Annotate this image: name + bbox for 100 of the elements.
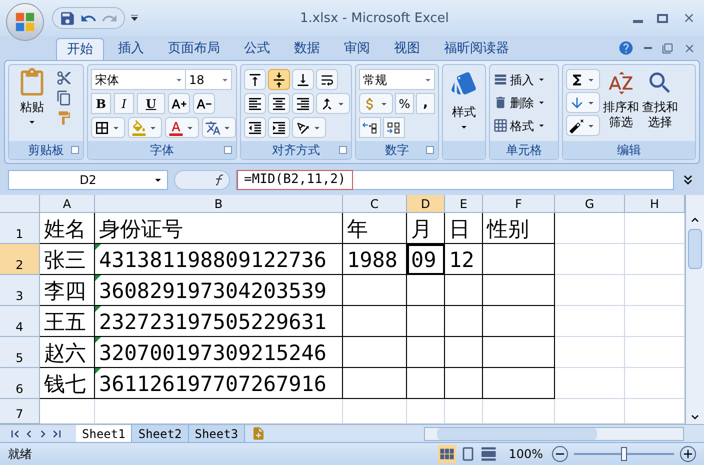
restore-button[interactable] — [662, 42, 673, 54]
column-header[interactable]: C — [343, 195, 407, 213]
number-format-field[interactable]: 常规 — [359, 69, 435, 90]
eraser-icon — [569, 118, 585, 134]
increase-decimal-button[interactable] — [359, 117, 381, 138]
scroll-thumb[interactable] — [437, 428, 597, 440]
normal-view-button[interactable] — [438, 445, 456, 463]
row-header[interactable]: 2 — [0, 244, 40, 275]
column-header[interactable]: H — [625, 195, 685, 213]
table-cell: 320700197309215246 — [95, 337, 343, 368]
find-select-button[interactable]: 查找和 选择 — [642, 69, 678, 141]
merge-button[interactable] — [316, 93, 350, 114]
zoom-slider[interactable] — [574, 447, 674, 461]
sheet-tab[interactable]: Sheet2 — [132, 424, 189, 442]
vertical-scrollbar[interactable] — [685, 195, 704, 424]
wrap-text-button[interactable] — [316, 69, 338, 90]
fill-color-button[interactable] — [128, 117, 162, 138]
underline-button[interactable]: U — [137, 93, 165, 114]
name-box[interactable]: D2 — [8, 170, 168, 190]
sort-filter-button[interactable]: 排序和 筛选 — [603, 69, 639, 141]
center-button[interactable] — [268, 93, 290, 114]
formula-field[interactable]: =MID(B2,11,2) — [237, 170, 353, 190]
bold-button[interactable]: B — [91, 93, 111, 114]
sheet-tab[interactable]: Sheet1 — [76, 424, 132, 442]
ribbon-tab[interactable]: 公式 — [234, 38, 280, 60]
table-cell — [445, 368, 483, 399]
shrink-font-button[interactable] — [193, 93, 215, 114]
ribbon-tab[interactable]: 审阅 — [334, 38, 380, 60]
decrease-indent-button[interactable] — [244, 117, 266, 138]
table-cell — [483, 275, 555, 306]
copy-button[interactable] — [56, 90, 72, 106]
ribbon-tab[interactable]: 开始 — [56, 38, 104, 60]
paste-button[interactable]: 粘贴 — [12, 68, 52, 141]
row-header[interactable]: 3 — [0, 275, 40, 306]
minimize-button[interactable] — [633, 20, 643, 22]
column-header[interactable]: A — [40, 195, 95, 213]
column-header[interactable]: D — [407, 195, 445, 213]
cells-command-button[interactable]: 删除 — [493, 92, 555, 113]
customize-toolbar-icon[interactable] — [131, 15, 138, 21]
column-header[interactable]: E — [445, 195, 483, 213]
italic-button[interactable]: I — [114, 93, 134, 114]
row-header[interactable]: 4 — [0, 306, 40, 337]
save-button[interactable] — [59, 10, 76, 26]
orientation-button[interactable] — [292, 117, 326, 138]
cut-button[interactable] — [56, 70, 72, 86]
column-header[interactable]: F — [483, 195, 555, 213]
row-header[interactable]: 5 — [0, 337, 40, 368]
page-break-view-button[interactable] — [480, 445, 498, 463]
office-button[interactable] — [6, 3, 44, 41]
dialog-launcher-icon[interactable] — [426, 146, 434, 154]
font-color-icon — [168, 120, 184, 136]
grow-font-button[interactable] — [168, 93, 190, 114]
row-header[interactable]: 6 — [0, 368, 40, 399]
horizontal-scrollbar[interactable] — [424, 426, 684, 440]
clear-button[interactable] — [566, 115, 600, 136]
font-size-field[interactable]: 18 — [186, 69, 232, 90]
dialog-launcher-icon[interactable] — [224, 146, 232, 154]
autosum-button[interactable] — [566, 69, 600, 90]
office-logo-icon — [15, 12, 35, 32]
group-label: 剪贴板 — [28, 142, 64, 159]
table-cell: 性别 — [483, 213, 555, 244]
scroll-thumb[interactable] — [688, 229, 702, 269]
zoom-out-button[interactable] — [552, 446, 568, 462]
column-header[interactable]: B — [95, 195, 343, 213]
help-button[interactable] — [618, 40, 634, 56]
table-cell: 361126197707267916 — [95, 368, 343, 399]
increase-indent-button[interactable] — [268, 117, 290, 138]
zoom-slider-thumb[interactable] — [621, 447, 627, 461]
column-header[interactable]: G — [555, 195, 625, 213]
phonetic-button[interactable] — [202, 117, 236, 138]
dialog-launcher-icon[interactable] — [339, 146, 347, 154]
percent-button[interactable]: % — [395, 93, 414, 114]
bottom-align-button[interactable] — [292, 69, 314, 90]
dialog-launcher-icon[interactable] — [71, 146, 79, 154]
comma-button[interactable]: , — [416, 93, 435, 114]
cells-command-button[interactable]: 插入 — [493, 69, 555, 90]
row-header[interactable]: 7 — [0, 399, 40, 424]
fill-button[interactable] — [566, 92, 600, 113]
decrease-decimal-button[interactable] — [383, 117, 405, 138]
font-color-button[interactable] — [165, 117, 199, 138]
ribbon-tab[interactable]: 页面布局 — [158, 38, 230, 60]
zoom-in-button[interactable] — [680, 446, 696, 462]
cells-command-button[interactable]: 格式 — [493, 115, 555, 136]
ribbon-tab[interactable]: 数据 — [284, 38, 330, 60]
middle-align-button[interactable] — [268, 69, 290, 90]
status-text: 就绪 — [8, 446, 32, 463]
sheet-tab[interactable]: Sheet3 — [188, 424, 246, 442]
font-name-field[interactable]: 宋体 — [91, 69, 186, 90]
ribbon-tab[interactable]: 视图 — [384, 38, 430, 60]
ribbon-tab[interactable]: 福昕阅读器 — [434, 38, 519, 60]
top-align-button[interactable] — [244, 69, 266, 90]
down-arrow-icon — [569, 94, 585, 110]
maximize-button[interactable] — [657, 14, 668, 22]
align-left-button[interactable] — [244, 93, 266, 114]
ribbon-tab[interactable]: 插入 — [108, 38, 154, 60]
borders-button[interactable] — [91, 117, 125, 138]
zoom-level[interactable]: 100% — [508, 445, 543, 463]
close-button[interactable] — [682, 11, 696, 25]
align-right-button[interactable] — [292, 93, 314, 114]
row-header[interactable]: 1 — [0, 213, 40, 244]
